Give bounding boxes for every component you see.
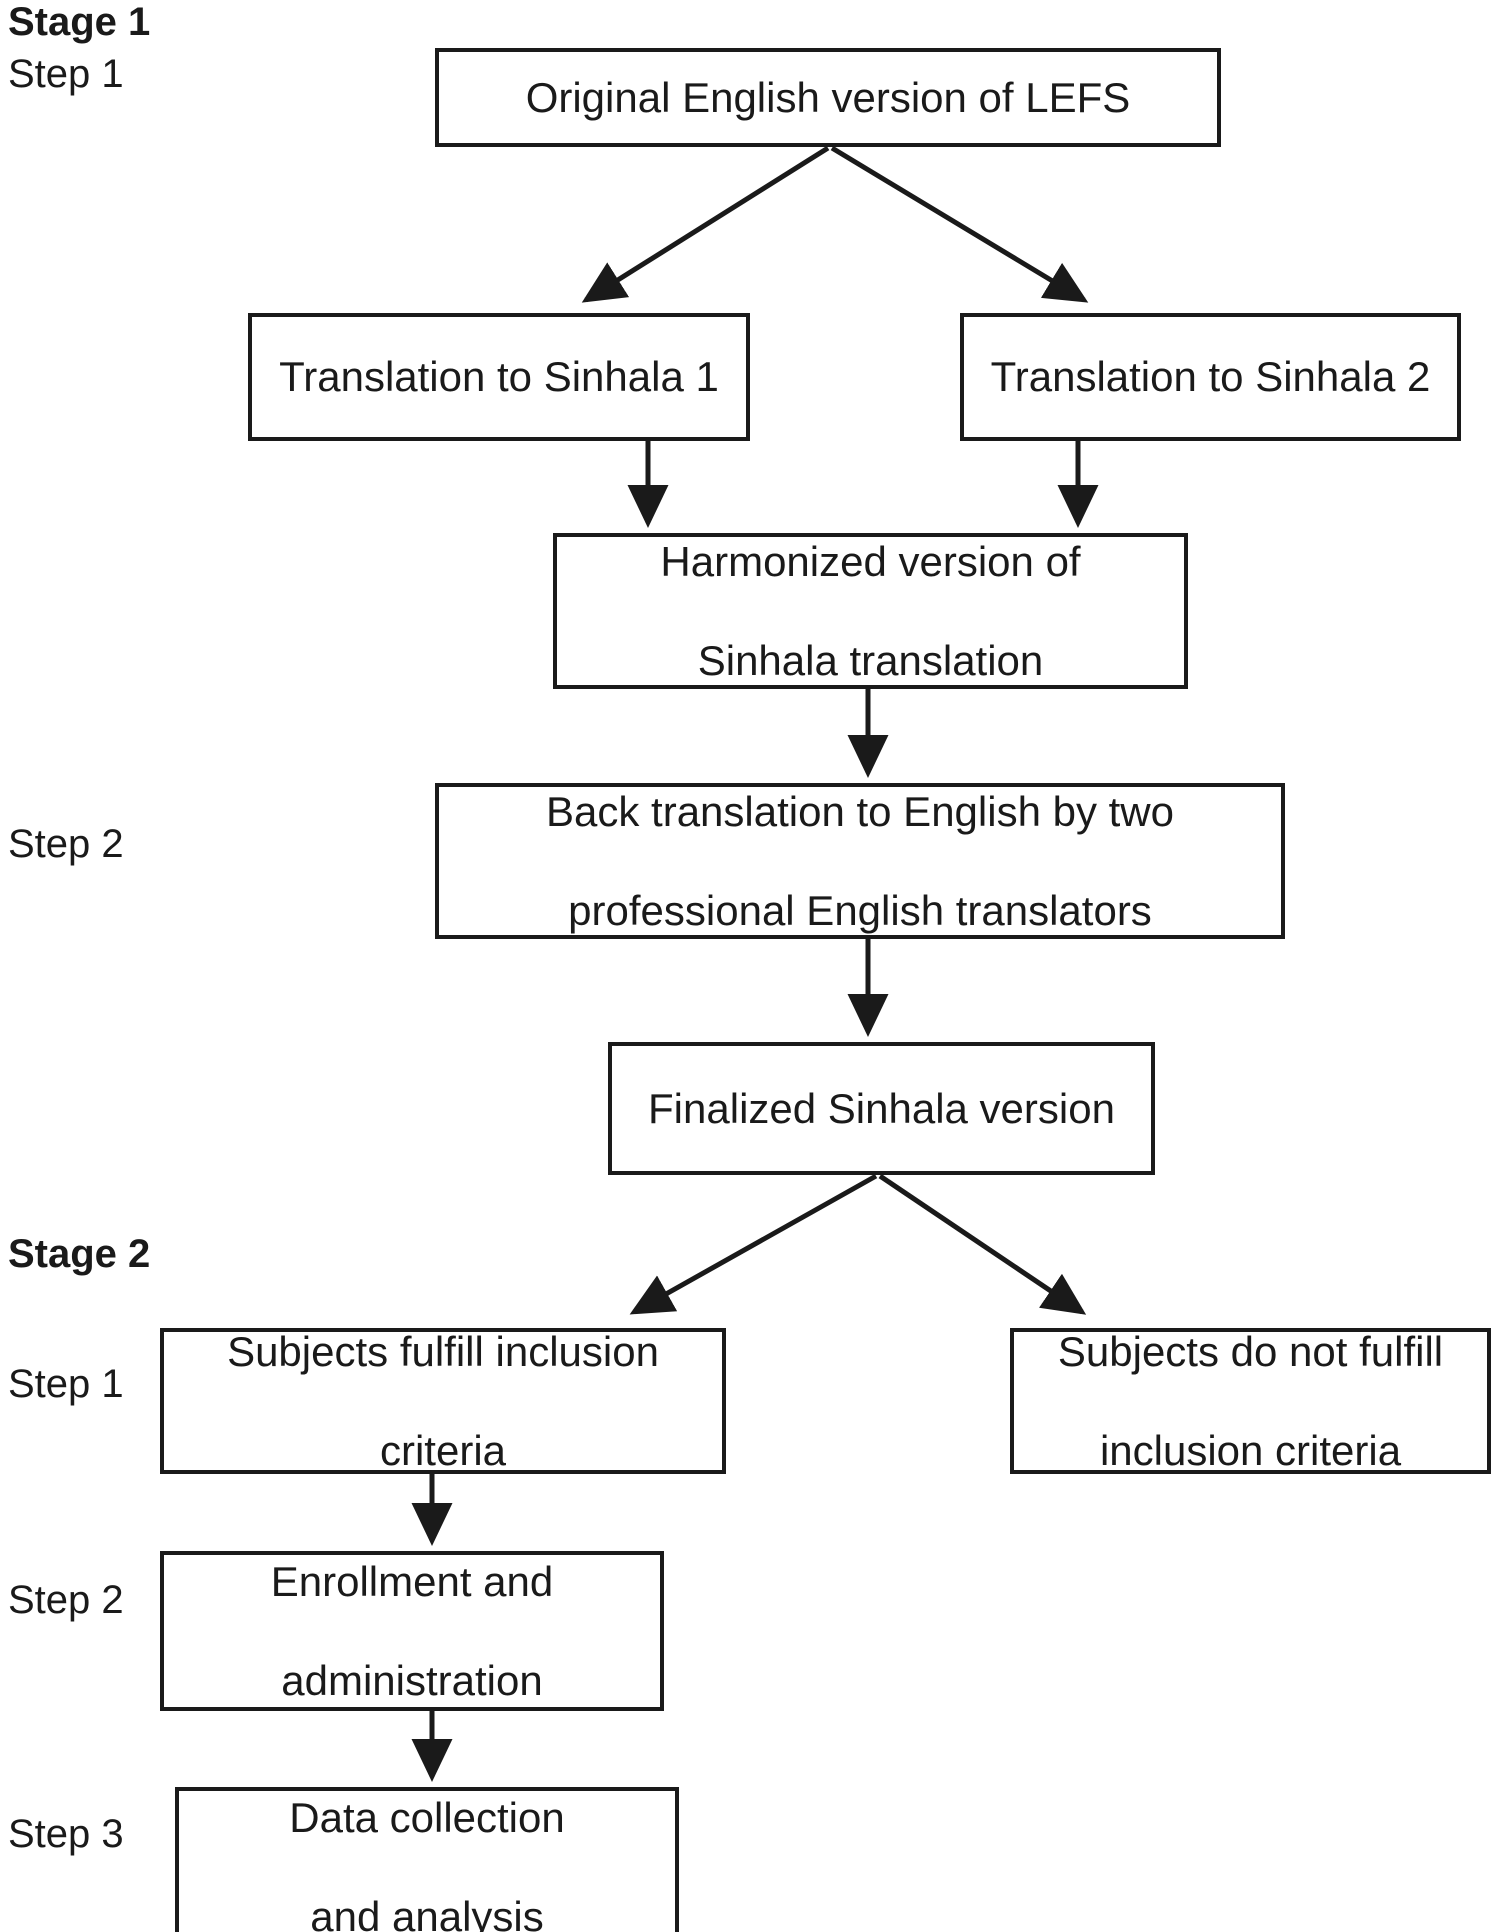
node-enrollment-and-administration-line-2: administration	[281, 1656, 543, 1704]
stage-2-step-1-label: Step 1	[8, 1362, 124, 1406]
node-translation-to-sinhala-2: Translation to Sinhala 2	[960, 313, 1461, 441]
edge-original-to-translation-1	[581, 145, 830, 303]
node-translation-to-sinhala-1: Translation to Sinhala 1	[248, 313, 750, 441]
node-translation-to-sinhala-2-text: Translation to Sinhala 2	[990, 353, 1431, 401]
node-data-collection-and-analysis-line-2: and analysis	[310, 1892, 544, 1932]
stage-1-label: Stage 1	[8, 0, 151, 44]
node-subjects-fulfill-criteria-text: Subjects fulfill inclusion criteria	[176, 1327, 710, 1476]
stage-2-step-3-label: Step 3	[8, 1812, 124, 1856]
node-original-english-version: Original English version of LEFS	[435, 48, 1221, 147]
node-back-translation-line-1: Back translation to English by two	[546, 787, 1174, 835]
node-data-collection-and-analysis: Data collection and analysis	[175, 1787, 679, 1932]
node-subjects-do-not-fulfill-criteria: Subjects do not fulfill inclusion criter…	[1010, 1328, 1491, 1474]
node-harmonized-version-text: Harmonized version of Sinhala translatio…	[569, 537, 1172, 686]
node-subjects-do-not-fulfill-criteria-line-2: inclusion criteria	[1099, 1426, 1402, 1474]
node-subjects-do-not-fulfill-criteria-text: Subjects do not fulfill inclusion criter…	[1026, 1327, 1475, 1476]
node-original-english-version-text: Original English version of LEFS	[525, 73, 1131, 121]
stage-1-step-1-label: Step 1	[8, 52, 124, 96]
node-harmonized-version: Harmonized version of Sinhala translatio…	[553, 533, 1188, 689]
node-subjects-fulfill-criteria: Subjects fulfill inclusion criteria	[160, 1328, 726, 1474]
edge-finalized-to-not-fulfill	[878, 1173, 1087, 1315]
node-data-collection-and-analysis-line-1: Data collection	[289, 1793, 565, 1841]
node-back-translation-text: Back translation to English by two profe…	[451, 787, 1269, 936]
node-subjects-fulfill-criteria-line-1: Subjects fulfill inclusion	[227, 1327, 659, 1375]
edge-original-to-translation-2	[830, 145, 1089, 303]
node-enrollment-and-administration-text: Enrollment and administration	[176, 1557, 648, 1706]
node-harmonized-version-line-2: Sinhala translation	[697, 636, 1044, 684]
node-data-collection-and-analysis-text: Data collection and analysis	[191, 1793, 663, 1932]
node-enrollment-and-administration-line-1: Enrollment and	[270, 1557, 554, 1605]
stage-1-step-2-label: Step 2	[8, 822, 124, 866]
node-back-translation-line-2: professional English translators	[568, 886, 1152, 934]
stage-2-label: Stage 2	[8, 1232, 151, 1276]
edge-finalized-to-fulfill	[629, 1173, 878, 1315]
stage-2-step-2-label: Step 2	[8, 1578, 124, 1622]
node-subjects-do-not-fulfill-criteria-line-1: Subjects do not fulfill	[1057, 1327, 1444, 1375]
node-finalized-sinhala-version: Finalized Sinhala version	[608, 1042, 1155, 1175]
flowchart-canvas: Stage 1 Step 1 Step 2 Stage 2 Step 1 Ste…	[0, 0, 1511, 1932]
node-finalized-sinhala-version-text: Finalized Sinhala version	[648, 1084, 1115, 1132]
node-subjects-fulfill-criteria-line-2: criteria	[379, 1426, 507, 1474]
node-enrollment-and-administration: Enrollment and administration	[160, 1551, 664, 1711]
node-back-translation: Back translation to English by two profe…	[435, 783, 1285, 939]
node-translation-to-sinhala-1-text: Translation to Sinhala 1	[279, 353, 719, 401]
node-harmonized-version-line-1: Harmonized version of	[660, 537, 1081, 585]
